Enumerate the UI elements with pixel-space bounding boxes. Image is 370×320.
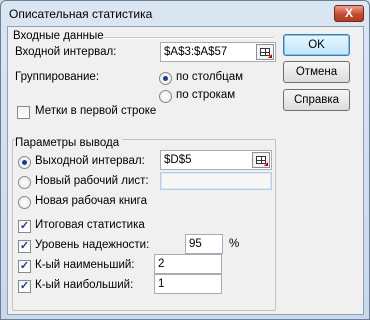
summary-statistics-checkbox[interactable]: ✓: [18, 220, 31, 233]
kth-smallest-label[interactable]: К-ый наименьший:: [35, 259, 135, 271]
output-range-value: $D$5: [164, 154, 192, 166]
input-range-label: Входной интервал:: [15, 46, 117, 58]
output-section-header: Параметры вывода: [15, 137, 123, 149]
kth-smallest-value: 2: [158, 258, 165, 270]
input-range-field[interactable]: $A$3:$A$57: [160, 42, 276, 62]
title-bar: Описательная статистика X: [1, 1, 369, 27]
grouping-rows-label[interactable]: по строкам: [176, 89, 235, 101]
output-range-field[interactable]: $D$5: [160, 150, 272, 170]
confidence-level-checkbox[interactable]: ✓: [18, 240, 31, 253]
labels-first-row-checkbox[interactable]: [17, 106, 30, 119]
output-range-label[interactable]: Выходной интервал:: [35, 155, 145, 167]
input-section-header: Входные данные: [13, 30, 104, 42]
grouping-columns-label[interactable]: по столбцам: [176, 71, 243, 83]
range-arrow-icon: [268, 54, 272, 58]
close-button[interactable]: X: [334, 5, 364, 22]
summary-statistics-label[interactable]: Итоговая статистика: [35, 219, 145, 231]
confidence-level-field[interactable]: 95: [185, 234, 223, 254]
output-range-radio[interactable]: [18, 156, 31, 169]
help-button[interactable]: Справка: [283, 89, 350, 111]
new-workbook-label[interactable]: Новая рабочая книга: [35, 195, 147, 207]
kth-largest-label[interactable]: К-ый наибольший:: [35, 279, 133, 291]
new-worksheet-field[interactable]: [160, 172, 272, 190]
window-title: Описательная статистика: [9, 7, 153, 21]
range-arrow-icon: [264, 162, 268, 166]
kth-smallest-field[interactable]: 2: [154, 254, 222, 274]
kth-smallest-checkbox[interactable]: ✓: [18, 260, 31, 273]
confidence-level-value: 95: [189, 238, 202, 250]
confidence-level-unit: %: [229, 238, 240, 250]
new-worksheet-radio[interactable]: [18, 176, 31, 189]
input-range-value: $A$3:$A$57: [164, 46, 228, 58]
kth-largest-field[interactable]: 1: [154, 274, 222, 294]
kth-largest-checkbox[interactable]: ✓: [18, 280, 31, 293]
output-range-picker-button[interactable]: [252, 152, 270, 168]
input-range-picker-button[interactable]: [256, 44, 274, 60]
confidence-level-label[interactable]: Уровень надежности:: [35, 239, 149, 251]
kth-largest-value: 1: [158, 278, 165, 290]
labels-first-row-label[interactable]: Метки в первой строке: [35, 105, 156, 117]
close-icon: X: [344, 6, 353, 20]
grouping-rows-radio[interactable]: [159, 90, 172, 103]
grouping-columns-radio[interactable]: [159, 72, 172, 85]
new-worksheet-label[interactable]: Новый рабочий лист:: [35, 175, 149, 187]
input-section-divider: [104, 37, 274, 39]
cancel-button[interactable]: Отмена: [283, 61, 350, 83]
grouping-label: Группирование:: [15, 71, 100, 83]
dialog-window: Описательная статистика X Входные данные…: [0, 0, 370, 320]
ok-button[interactable]: OK: [283, 34, 350, 56]
new-workbook-radio[interactable]: [18, 196, 31, 209]
